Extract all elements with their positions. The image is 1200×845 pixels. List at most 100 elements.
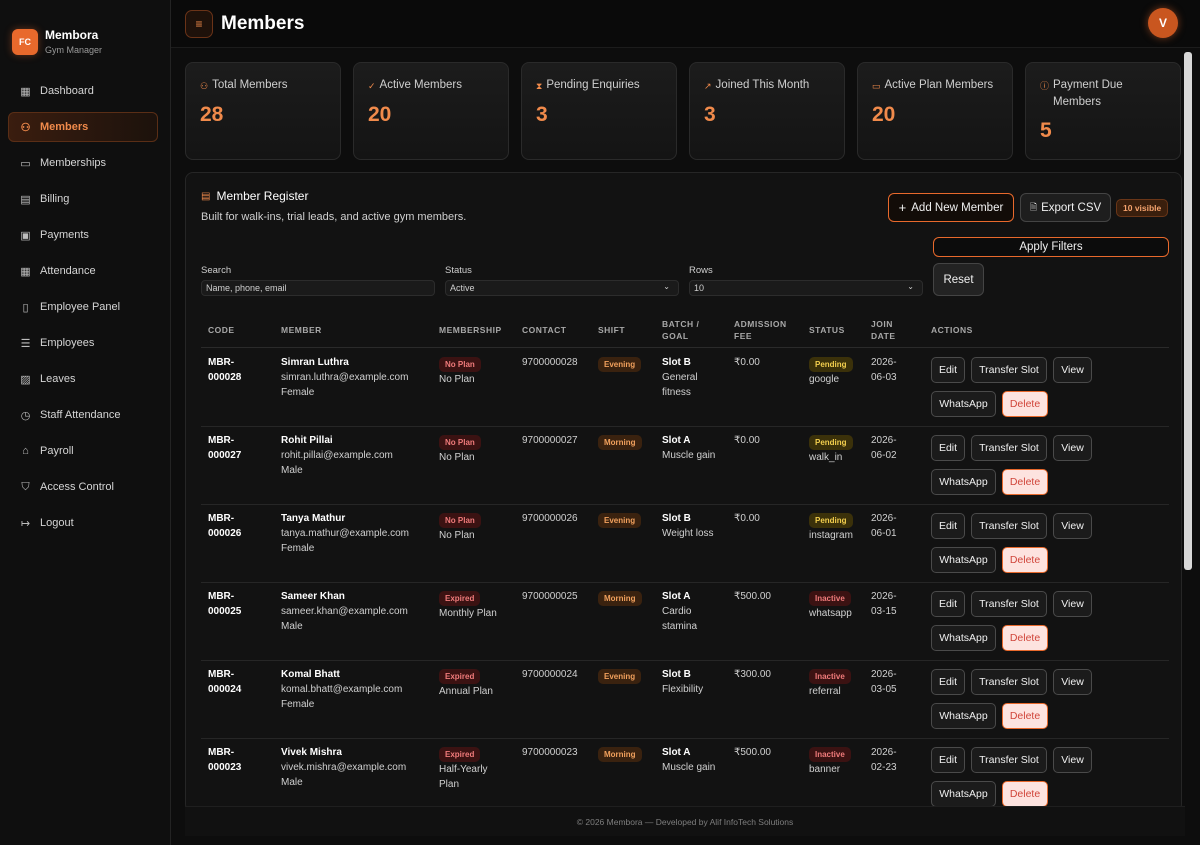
goal-cont: fitness: [662, 387, 691, 398]
sidebar-item-logout[interactable]: ↦ Logout: [8, 508, 158, 538]
batch-slot: Slot B: [662, 669, 691, 680]
sidebar-item-label: Memberships: [40, 157, 107, 169]
lead-source: referral: [809, 686, 841, 697]
whatsapp-button[interactable]: WhatsApp: [931, 703, 996, 729]
apply-filters-button[interactable]: Apply Filters: [933, 237, 1169, 257]
member-name: Vivek Mishra: [281, 747, 342, 758]
sidebar-item-employee-panel[interactable]: ▯ Employee Panel: [8, 292, 158, 322]
sidebar-item-memberships[interactable]: ▭ Memberships: [8, 148, 158, 178]
sidebar-item-dashboard[interactable]: ▦ Dashboard: [8, 76, 158, 106]
edit-button[interactable]: Edit: [931, 747, 965, 773]
visible-count-badge: 10 visible: [1116, 199, 1169, 217]
code-prefix: MBR-: [208, 747, 235, 758]
rows-select[interactable]: 10 ⌄: [689, 280, 923, 296]
batch-slot: Slot B: [662, 513, 691, 524]
sidebar-item-leaves[interactable]: ▨ Leaves: [8, 364, 158, 394]
sidebar-item-payroll[interactable]: ⌂ Payroll: [8, 436, 158, 466]
sidebar-item-staff-attendance[interactable]: ◷ Staff Attendance: [8, 400, 158, 430]
edit-button[interactable]: Edit: [931, 591, 965, 617]
sidebar-item-attendance[interactable]: ▦ Attendance: [8, 256, 158, 286]
add-new-member-button[interactable]: + Add New Member: [888, 193, 1014, 222]
whatsapp-button[interactable]: WhatsApp: [931, 781, 996, 807]
view-button[interactable]: View: [1053, 747, 1092, 773]
brand-subtitle: Gym Manager: [45, 45, 103, 55]
status-badge: Pending: [809, 513, 853, 528]
whatsapp-button[interactable]: WhatsApp: [931, 469, 996, 495]
view-button[interactable]: View: [1053, 435, 1092, 461]
status-cell: Pending instagram: [809, 513, 853, 543]
join-date: 2026- 03-05: [871, 667, 897, 697]
view-button[interactable]: View: [1053, 357, 1092, 383]
stat-label: ↗ Joined This Month: [704, 77, 830, 95]
edit-button[interactable]: Edit: [931, 435, 965, 461]
view-button[interactable]: View: [1053, 591, 1092, 617]
member-code: MBR- 000028: [208, 355, 241, 385]
edit-button[interactable]: Edit: [931, 513, 965, 539]
sidebar-item-members[interactable]: ⚇ Members: [8, 112, 158, 142]
sidebar-item-label: Payroll: [40, 445, 74, 457]
membership-cell: No Plan No Plan: [439, 357, 481, 387]
transfer-slot-button[interactable]: Transfer Slot: [971, 747, 1047, 773]
export-label: Export CSV: [1041, 201, 1102, 214]
batch-goal: Slot B Weight loss: [662, 511, 714, 541]
sidebar-item-employees[interactable]: ☰ Employees: [8, 328, 158, 358]
delete-button[interactable]: Delete: [1002, 625, 1048, 651]
delete-button[interactable]: Delete: [1002, 469, 1048, 495]
view-button[interactable]: View: [1053, 513, 1092, 539]
batch-goal: Slot A Cardio stamina: [662, 589, 697, 634]
page-title: Members: [221, 12, 305, 34]
th-batch: BATCH /: [662, 319, 700, 329]
transfer-slot-button[interactable]: Transfer Slot: [971, 435, 1047, 461]
search-input[interactable]: Name, phone, email: [201, 280, 435, 296]
page-scrollbar[interactable]: [1184, 52, 1192, 570]
user-avatar[interactable]: V: [1148, 8, 1178, 38]
status-select[interactable]: Active ⌄: [445, 280, 679, 296]
edit-button[interactable]: Edit: [931, 357, 965, 383]
table-header: CODE MEMBER MEMBERSHIP CONTACT SHIFT BAT…: [201, 318, 1169, 348]
code-number: 000027: [208, 450, 242, 461]
export-csv-button[interactable]: 🗎 Export CSV: [1020, 193, 1111, 222]
th-shift: SHIFT: [598, 325, 626, 335]
stat-card-active-plan-members: ▭ Active Plan Members 20: [857, 62, 1013, 160]
edit-button[interactable]: Edit: [931, 669, 965, 695]
reset-button[interactable]: Reset: [933, 263, 984, 296]
admission-fee: ₹500.00: [734, 591, 771, 602]
stat-label-text: Pending Enquiries: [546, 79, 640, 91]
join-day: 03-15: [871, 606, 897, 617]
membership-plan-cont: Plan: [439, 779, 460, 790]
whatsapp-button[interactable]: WhatsApp: [931, 391, 996, 417]
whatsapp-button[interactable]: WhatsApp: [931, 547, 996, 573]
delete-button[interactable]: Delete: [1002, 391, 1048, 417]
delete-button[interactable]: Delete: [1002, 547, 1048, 573]
th-contact: CONTACT: [522, 325, 567, 335]
transfer-slot-button[interactable]: Transfer Slot: [971, 591, 1047, 617]
contact: 9700000024: [522, 669, 578, 680]
code-prefix: MBR-: [208, 435, 235, 446]
transfer-slot-button[interactable]: Transfer Slot: [971, 669, 1047, 695]
code-number: 000028: [208, 372, 242, 383]
transfer-slot-button[interactable]: Transfer Slot: [971, 513, 1047, 539]
delete-button[interactable]: Delete: [1002, 781, 1048, 807]
join-day: 06-03: [871, 372, 897, 383]
status-cell: Inactive referral: [809, 669, 851, 699]
delete-button[interactable]: Delete: [1002, 703, 1048, 729]
group-icon: ⚇: [200, 81, 209, 91]
rows-value: 10: [694, 283, 705, 293]
table-row: MBR- 000027 Rohit Pillai rohit.pillai@examp…: [201, 427, 1169, 505]
whatsapp-button[interactable]: WhatsApp: [931, 625, 996, 651]
hourglass-icon: ⧗: [536, 81, 543, 91]
sidebar-item-billing[interactable]: ▤ Billing: [8, 184, 158, 214]
th-member: MEMBER: [281, 325, 322, 335]
view-button[interactable]: View: [1053, 669, 1092, 695]
stat-label-text: Total Members: [212, 79, 288, 91]
menu-toggle-button[interactable]: ≡: [185, 9, 213, 38]
member-code: MBR- 000024: [208, 667, 241, 697]
transfer-slot-button[interactable]: Transfer Slot: [971, 357, 1047, 383]
sidebar-item-access-control[interactable]: ⛉ Access Control: [8, 472, 158, 502]
shift-cell: Evening: [598, 357, 642, 372]
register-icon: ▤: [201, 190, 211, 202]
sidebar-item-payments[interactable]: ▣ Payments: [8, 220, 158, 250]
panel-title: ▤ Member Register: [201, 189, 308, 203]
stat-value: 3: [536, 103, 548, 126]
lead-source: google: [809, 374, 840, 385]
